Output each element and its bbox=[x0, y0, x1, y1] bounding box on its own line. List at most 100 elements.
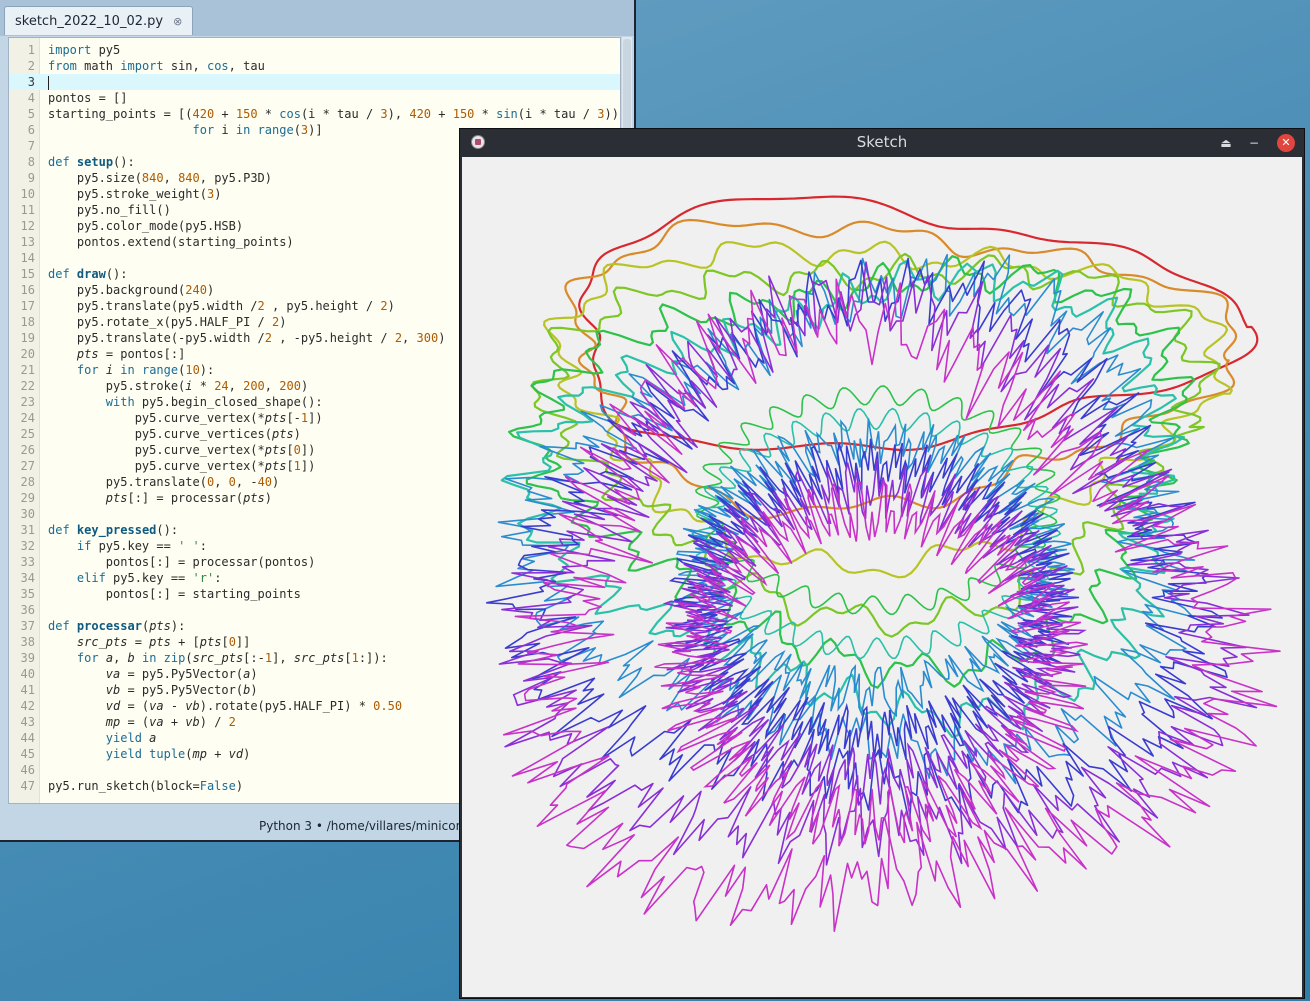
code-text: elif py5.key == 'r': bbox=[76, 571, 222, 585]
line-number: 36 bbox=[20, 603, 35, 617]
line-number: 4 bbox=[27, 91, 35, 105]
line-number: 27 bbox=[20, 459, 35, 473]
line-number: 12 bbox=[20, 219, 35, 233]
line-number: 25 bbox=[20, 427, 35, 441]
line-number: 26 bbox=[20, 443, 35, 457]
line-number: 8 bbox=[27, 155, 35, 169]
line-number: 40 bbox=[20, 667, 35, 681]
code-text: pontos = [] bbox=[48, 91, 128, 105]
line-number: 16 bbox=[20, 283, 35, 297]
code-text: def setup(): bbox=[48, 155, 135, 169]
tab-close-icon[interactable]: ⊗ bbox=[173, 15, 182, 28]
code-text bbox=[48, 75, 49, 90]
code-text: pontos[:] = starting_points bbox=[48, 587, 301, 601]
line-number: 1 bbox=[27, 43, 35, 57]
line-number: 17 bbox=[20, 299, 35, 313]
code-text: py5.curve_vertex(*pts[-1]) bbox=[48, 411, 323, 425]
line-number: 10 bbox=[20, 187, 35, 201]
code-text: for i in range(3)] bbox=[192, 123, 323, 137]
line-number: 41 bbox=[20, 683, 35, 697]
code-text: py5.curve_vertices(pts) bbox=[48, 427, 301, 441]
file-tab[interactable]: sketch_2022_10_02.py ⊗ bbox=[4, 6, 194, 35]
line-number: 21 bbox=[20, 363, 35, 377]
line-number: 24 bbox=[20, 411, 35, 425]
code-text: va = py5.Py5Vector(a) bbox=[105, 667, 258, 681]
line-number: 45 bbox=[20, 747, 35, 761]
code-text: for a, b in zip(src_pts[:-1], src_pts[1:… bbox=[76, 651, 388, 665]
line-number: 31 bbox=[20, 523, 35, 537]
code-text: py5.rotate_x(py5.HALF_PI / 2) bbox=[48, 315, 287, 329]
line-number: 39 bbox=[20, 651, 35, 665]
code-text: if py5.key == ' ': bbox=[76, 539, 207, 553]
line-number: 33 bbox=[20, 555, 35, 569]
code-text: py5.run_sketch(block=False) bbox=[48, 779, 244, 793]
line-number: 29 bbox=[20, 491, 35, 505]
line-number: 35 bbox=[20, 587, 35, 601]
text-caret bbox=[48, 75, 49, 90]
line-number: 43 bbox=[20, 715, 35, 729]
sketch-canvas[interactable] bbox=[462, 157, 1302, 997]
line-number: 44 bbox=[20, 731, 35, 745]
minimize-icon[interactable]: − bbox=[1245, 134, 1263, 152]
code-text: py5.stroke(i * 24, 200, 200) bbox=[48, 379, 309, 393]
code-text: from math import sin, cos, tau bbox=[48, 59, 265, 73]
line-number: 23 bbox=[20, 395, 35, 409]
code-line[interactable]: 2 from math import sin, cos, tau bbox=[9, 58, 620, 74]
code-text: import py5 bbox=[48, 43, 121, 57]
interpreter-status: Python 3 • /home/villares/minicon bbox=[259, 819, 464, 833]
line-number: 46 bbox=[20, 763, 35, 777]
close-icon[interactable]: ✕ bbox=[1277, 134, 1295, 152]
line-number: 32 bbox=[20, 539, 35, 553]
code-text: starting_points = [(420 + 150 * cos(i * … bbox=[48, 107, 619, 121]
tab-strip: sketch_2022_10_02.py ⊗ bbox=[0, 0, 634, 36]
line-number: 42 bbox=[20, 699, 35, 713]
code-text: pts[:] = processar(pts) bbox=[105, 491, 272, 505]
code-text: with py5.begin_closed_shape(): bbox=[105, 395, 323, 409]
code-text: vb = py5.Py5Vector(b) bbox=[105, 683, 258, 697]
code-text: pts = pontos[:] bbox=[76, 347, 186, 361]
code-text: py5.color_mode(py5.HSB) bbox=[48, 219, 244, 233]
code-line[interactable]: 4 pontos = [] bbox=[9, 90, 620, 106]
code-text: py5.curve_vertex(*pts[0]) bbox=[48, 443, 316, 457]
line-number: 7 bbox=[27, 139, 35, 153]
line-number: 3 bbox=[27, 75, 35, 89]
code-line[interactable]: 1 import py5 bbox=[9, 42, 620, 58]
code-text: py5.curve_vertex(*pts[1]) bbox=[48, 459, 316, 473]
code-text: py5.translate(py5.width /2 , py5.height … bbox=[48, 299, 395, 313]
code-text: def processar(pts): bbox=[48, 619, 186, 633]
sketch-title: Sketch bbox=[856, 133, 908, 151]
eject-icon[interactable]: ⏏ bbox=[1217, 134, 1235, 152]
line-number: 11 bbox=[20, 203, 35, 217]
code-text: py5.size(840, 840, py5.P3D) bbox=[48, 171, 272, 185]
line-number: 28 bbox=[20, 475, 35, 489]
curve-layer-9 bbox=[502, 278, 1281, 932]
code-text: pontos[:] = processar(pontos) bbox=[48, 555, 316, 569]
code-text: pontos.extend(starting_points) bbox=[48, 235, 294, 249]
code-text: mp = (va + vb) / 2 bbox=[105, 715, 236, 729]
line-number: 19 bbox=[20, 331, 35, 345]
code-text: for i in range(10): bbox=[76, 363, 215, 377]
line-number: 18 bbox=[20, 315, 35, 329]
line-number: 34 bbox=[20, 571, 35, 585]
sketch-titlebar[interactable]: Sketch ⏏ − ✕ bbox=[460, 129, 1304, 156]
line-number: 47 bbox=[20, 779, 35, 793]
code-text: yield tuple(mp + vd) bbox=[105, 747, 251, 761]
file-tab-label: sketch_2022_10_02.py bbox=[15, 13, 164, 29]
code-text: def key_pressed(): bbox=[48, 523, 179, 537]
code-text: vd = (va - vb).rotate(py5.HALF_PI) * 0.5… bbox=[105, 699, 403, 713]
sketch-window: Sketch ⏏ − ✕ bbox=[459, 128, 1305, 999]
code-line[interactable]: 3 bbox=[9, 74, 620, 90]
line-number: 22 bbox=[20, 379, 35, 393]
code-text: py5.translate(-py5.width /2 , -py5.heigh… bbox=[48, 331, 446, 345]
code-line[interactable]: 5 starting_points = [(420 + 150 * cos(i *… bbox=[9, 106, 620, 122]
line-number: 30 bbox=[20, 507, 35, 521]
line-number: 37 bbox=[20, 619, 35, 633]
code-text: py5.no_fill() bbox=[48, 203, 171, 217]
line-number: 20 bbox=[20, 347, 35, 361]
line-number: 9 bbox=[27, 171, 35, 185]
line-number: 14 bbox=[20, 251, 35, 265]
code-text: py5.background(240) bbox=[48, 283, 215, 297]
code-text: def draw(): bbox=[48, 267, 128, 281]
line-number: 38 bbox=[20, 635, 35, 649]
line-number: 13 bbox=[20, 235, 35, 249]
